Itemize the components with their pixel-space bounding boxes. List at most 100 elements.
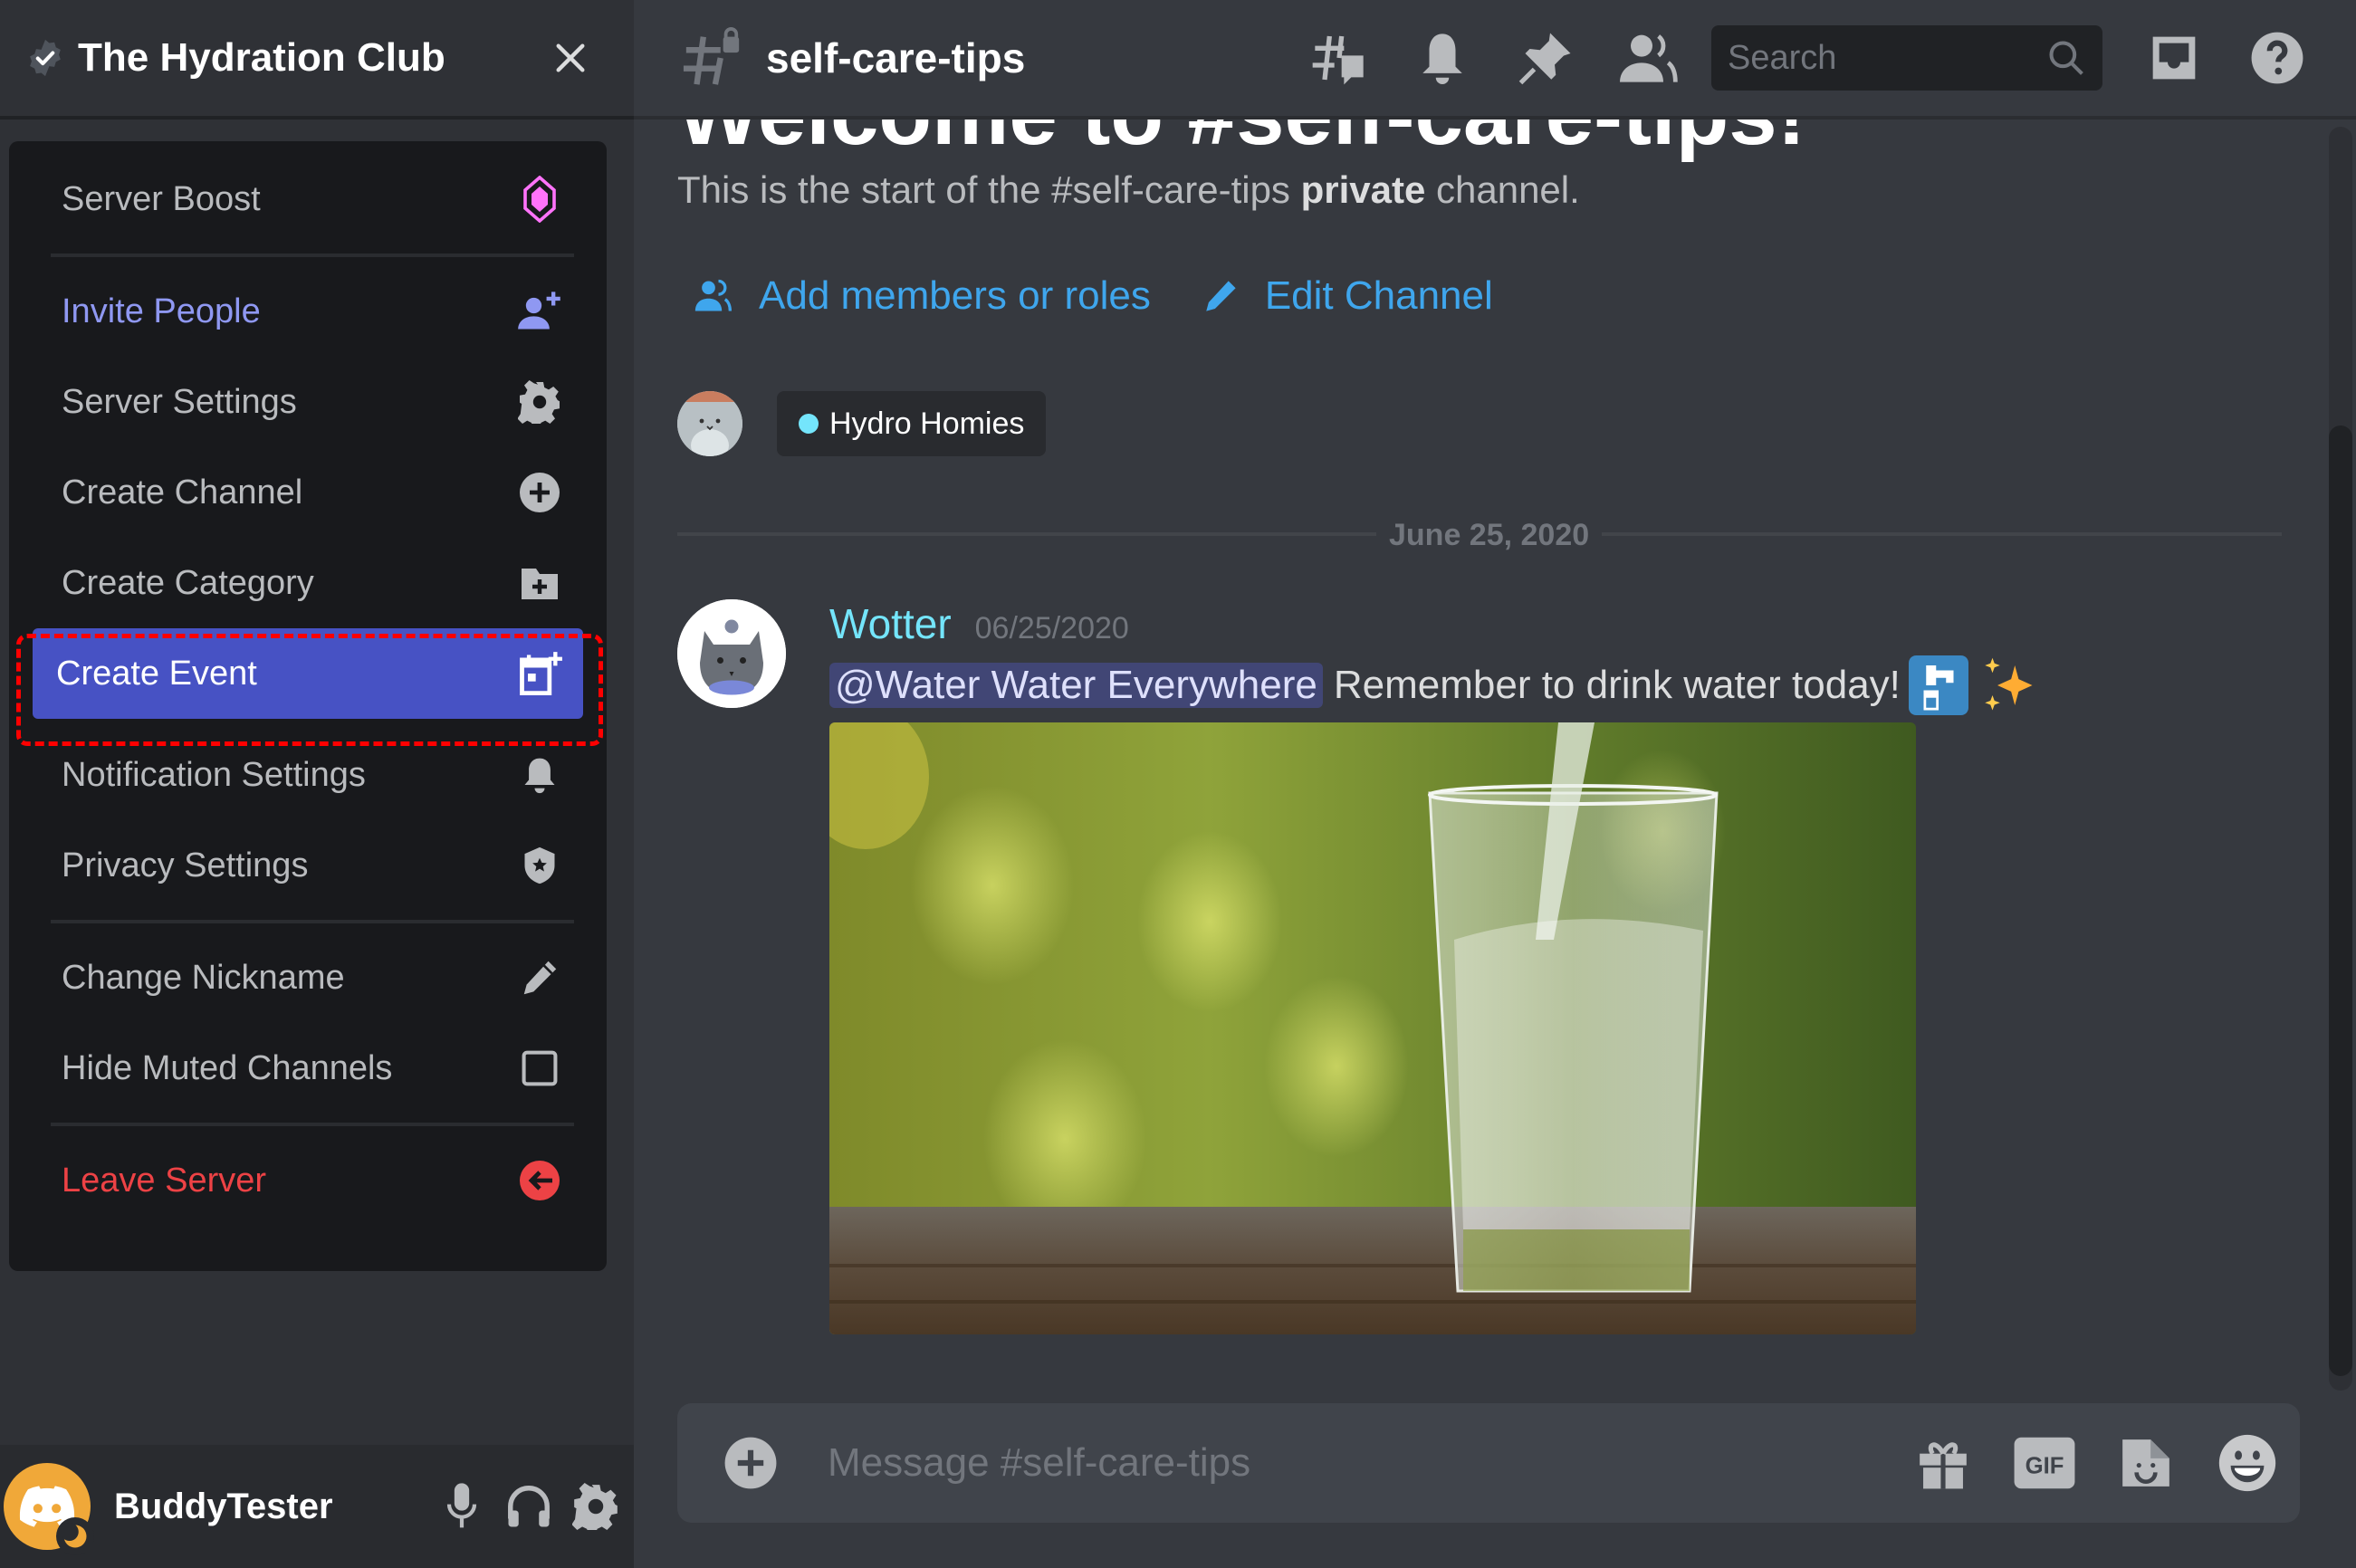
help-button[interactable] [2246, 26, 2309, 90]
menu-item-privacy-settings[interactable]: Privacy Settings [27, 820, 589, 911]
close-menu-button[interactable] [543, 31, 598, 85]
menu-item-create-event[interactable]: Create Event [33, 628, 583, 719]
potable-water-emoji [1908, 655, 1969, 715]
emoji-icon [2218, 1434, 2276, 1492]
scrollbar-thumb[interactable] [2329, 425, 2352, 1376]
sparkles-emoji [1977, 655, 2038, 715]
threads-button[interactable] [1307, 26, 1371, 90]
message-header: Wotter 06/25/2020 [829, 599, 1129, 648]
member-list-button[interactable] [1617, 26, 1681, 90]
edit-pencil-icon [1206, 281, 1236, 311]
message-input[interactable] [828, 1440, 1876, 1486]
menu-item-invite-people[interactable]: Invite People [27, 266, 589, 357]
search-icon [2049, 41, 2083, 75]
menu-item-create-channel[interactable]: Create Channel [27, 447, 589, 538]
chat-main: self-care-tips Search Welcome to #self-c… [634, 0, 2356, 1568]
gif-button[interactable]: GIF [2010, 1429, 2079, 1497]
message-image-attachment[interactable] [829, 722, 1916, 1334]
menu-item-label: Change Nickname [62, 958, 345, 997]
user-avatar[interactable] [4, 1463, 94, 1555]
menu-item-label: Leave Server [62, 1161, 267, 1200]
message-avatar[interactable] [677, 599, 786, 708]
welcome-heading: Welcome to #self-care-tips! [677, 120, 1806, 165]
plus-circle-icon [516, 469, 563, 516]
menu-item-label: Notification Settings [62, 755, 366, 794]
message-timestamp: 06/25/2020 [974, 611, 1129, 645]
moon-icon [62, 1523, 87, 1548]
settings-gear-icon [572, 1483, 618, 1530]
menu-item-label: Server Boost [62, 179, 261, 218]
role-mention[interactable]: @Water Water Everywhere [829, 663, 1323, 708]
calendar-plus-icon [516, 650, 563, 697]
server-name: The Hydration Club [78, 35, 445, 80]
menu-item-server-boost[interactable]: Server Boost [27, 154, 589, 244]
emoji-button[interactable] [2213, 1429, 2282, 1497]
user-panel: BuddyTester [0, 1445, 634, 1568]
gear-icon [516, 378, 563, 425]
server-dropdown-menu: Server Boost Invite People Server Settin… [9, 141, 607, 1271]
sticker-button[interactable] [2112, 1429, 2180, 1497]
close-icon [556, 43, 585, 72]
chat-scrollbar[interactable] [2329, 127, 2352, 1391]
bell-icon [516, 751, 563, 798]
add-user-icon [516, 288, 563, 335]
upload-plus-icon[interactable] [723, 1435, 779, 1491]
message-author[interactable]: Wotter [829, 599, 952, 648]
folder-plus-icon [516, 559, 563, 607]
message-scroller[interactable]: Welcome to #self-care-tips! This is the … [634, 120, 2356, 1387]
status-idle-badge [56, 1517, 94, 1555]
welcome-intro-bold: private [1300, 168, 1426, 211]
water-glass-image [829, 722, 1916, 1334]
inbox-button[interactable] [2142, 26, 2206, 90]
menu-separator [51, 253, 574, 257]
user-settings-button[interactable] [567, 1477, 625, 1535]
add-members-button[interactable]: Add members or roles [694, 273, 1151, 319]
menu-item-create-category[interactable]: Create Category [27, 538, 589, 628]
menu-separator [51, 920, 574, 923]
menu-item-leave-server[interactable]: Leave Server [27, 1135, 589, 1226]
headphones-icon [508, 1486, 550, 1527]
search-input[interactable]: Search [1711, 25, 2102, 91]
server-sidebar: The Hydration Club Server Boost Invite P… [0, 0, 634, 1568]
shield-star-icon [516, 842, 563, 889]
boost-gem-icon [516, 176, 563, 223]
channel-name: self-care-tips [766, 34, 1026, 81]
menu-item-change-nickname[interactable]: Change Nickname [27, 932, 589, 1023]
welcome-intro-prefix: This is the start of the #self-care-tips [677, 168, 1301, 211]
mute-button[interactable] [433, 1477, 491, 1535]
message-composer: GIF [677, 1403, 2300, 1523]
menu-item-label: Create Channel [62, 473, 303, 512]
message-text: Remember to drink water today! [1333, 663, 1901, 707]
menu-item-hide-muted-channels[interactable]: Hide Muted Channels [27, 1023, 589, 1114]
microphone-icon [446, 1483, 477, 1528]
message-content: @Water Water Everywhere Remember to drin… [829, 655, 2038, 715]
gift-button[interactable] [1909, 1429, 1978, 1497]
channel-header: self-care-tips Search [634, 0, 2356, 120]
gift-icon [1920, 1442, 1967, 1489]
edit-channel-button[interactable]: Edit Channel [1202, 273, 1493, 319]
username: BuddyTester [114, 1486, 333, 1526]
menu-item-server-settings[interactable]: Server Settings [27, 357, 589, 447]
cat-avatar-icon [677, 391, 742, 456]
pinned-messages-button[interactable] [1514, 26, 1577, 90]
pin-icon [1518, 33, 1571, 85]
menu-item-notification-settings[interactable]: Notification Settings [27, 730, 589, 820]
verified-badge-icon [30, 39, 61, 77]
role-name: Hydro Homies [829, 406, 1025, 441]
deafen-button[interactable] [500, 1477, 558, 1535]
server-header[interactable]: The Hydration Club [0, 0, 634, 120]
gif-label: GIF [2026, 1454, 2064, 1479]
edit-channel-label: Edit Channel [1264, 273, 1493, 318]
checkbox-icon[interactable] [516, 1045, 563, 1092]
role-avatar [677, 391, 742, 456]
help-icon [2251, 32, 2303, 84]
inbox-icon [2152, 36, 2196, 80]
welcome-description: This is the start of the #self-care-tips… [677, 168, 1580, 212]
pencil-icon [516, 954, 563, 1001]
date-divider-label: June 25, 2020 [1376, 518, 1603, 553]
menu-item-label: Create Category [62, 563, 314, 602]
menu-item-label: Create Event [56, 654, 257, 693]
role-pill[interactable]: Hydro Homies [777, 391, 1047, 456]
role-access-row: Hydro Homies [677, 391, 1047, 456]
notification-settings-button[interactable] [1411, 26, 1474, 90]
